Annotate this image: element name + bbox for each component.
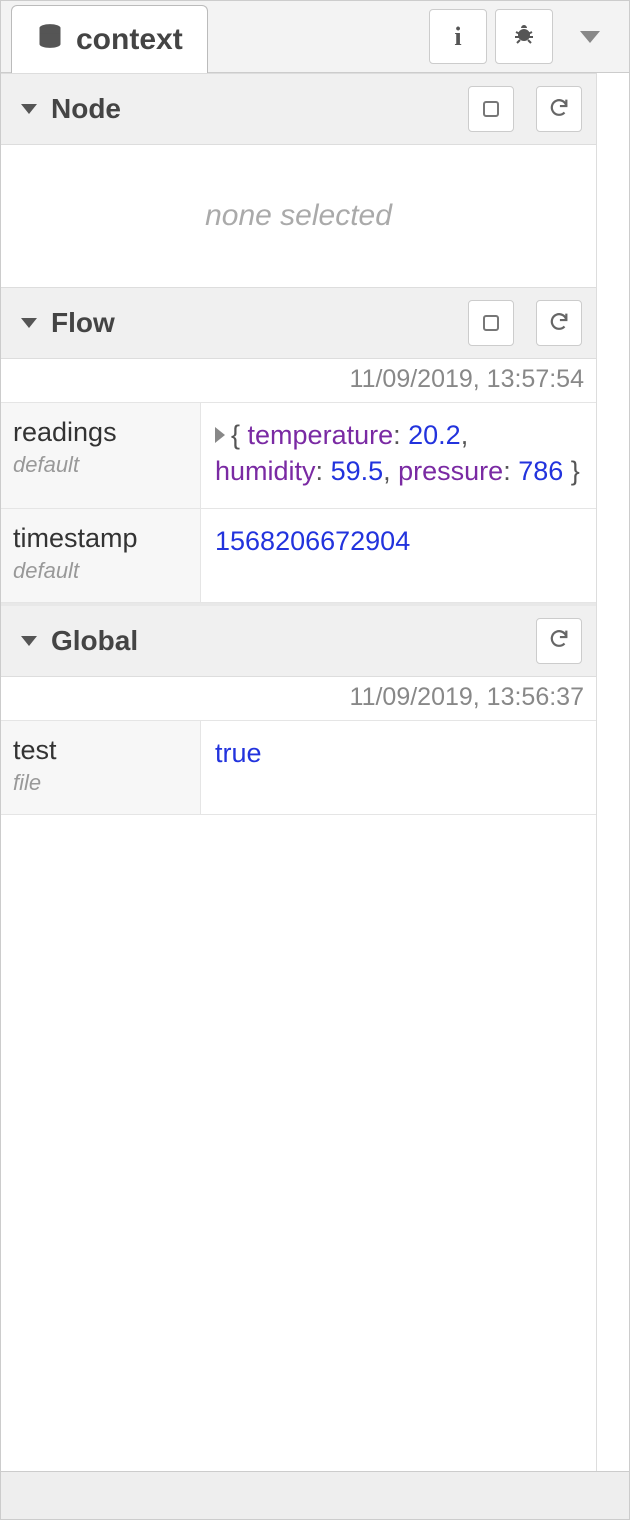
info-button[interactable]: i	[429, 9, 487, 64]
info-icon: i	[454, 22, 461, 52]
flow-row-timestamp: timestamp default 1568206672904	[1, 509, 596, 603]
kv-key: readings default	[1, 403, 201, 508]
obj-val: 786	[518, 456, 563, 486]
flow-refresh-button[interactable]	[536, 300, 582, 346]
obj-key: pressure	[398, 456, 503, 486]
flow-row-readings: readings default { temperature: 20.2, hu…	[1, 403, 596, 509]
number-value: 1568206672904	[215, 526, 410, 556]
section-header-node[interactable]: Node	[1, 73, 596, 145]
kv-value[interactable]: { temperature: 20.2, humidity: 59.5, pre…	[201, 403, 596, 508]
refresh-icon	[548, 310, 570, 337]
section-title-global: Global	[51, 625, 138, 657]
kv-value[interactable]: 1568206672904	[201, 509, 596, 602]
bug-icon	[512, 22, 536, 51]
obj-key: temperature	[248, 420, 394, 450]
refresh-icon	[548, 96, 570, 123]
obj-val: 59.5	[331, 456, 384, 486]
chevron-down-icon	[21, 636, 37, 646]
flow-timestamp: 11/09/2019, 13:57:54	[1, 359, 596, 403]
database-icon	[36, 22, 64, 58]
obj-val: 20.2	[408, 420, 461, 450]
kv-key: timestamp default	[1, 509, 201, 602]
node-refresh-button[interactable]	[536, 86, 582, 132]
tab-context-label: context	[76, 23, 183, 57]
section-title-node: Node	[51, 93, 121, 125]
kv-key-name: test	[13, 735, 188, 766]
square-icon	[483, 315, 499, 331]
section-header-flow[interactable]: Flow	[1, 287, 596, 359]
kv-value[interactable]: true	[201, 721, 596, 814]
kv-key-name: timestamp	[13, 523, 188, 554]
sidebar-tabbar: context i	[1, 1, 629, 73]
refresh-icon	[548, 627, 570, 654]
kv-key-name: readings	[13, 417, 188, 448]
section-title-flow: Flow	[51, 307, 115, 339]
tab-menu-button[interactable]	[561, 9, 619, 64]
global-refresh-button[interactable]	[536, 618, 582, 664]
node-copy-button[interactable]	[468, 86, 514, 132]
expand-icon[interactable]	[215, 427, 225, 443]
caret-down-icon	[580, 31, 600, 43]
bottom-bar	[1, 1471, 629, 1519]
kv-key-store: default	[13, 452, 188, 478]
chevron-down-icon	[21, 104, 37, 114]
debug-button[interactable]	[495, 9, 553, 64]
kv-key: test file	[1, 721, 201, 814]
chevron-down-icon	[21, 318, 37, 328]
section-header-global[interactable]: Global	[1, 603, 596, 677]
kv-key-store: file	[13, 770, 188, 796]
global-row-test: test file true	[1, 721, 596, 815]
flow-copy-button[interactable]	[468, 300, 514, 346]
context-panel: Node none selected Flow	[1, 73, 597, 1471]
kv-key-store: default	[13, 558, 188, 584]
node-empty-message: none selected	[1, 145, 596, 287]
square-icon	[483, 101, 499, 117]
obj-key: humidity	[215, 456, 316, 486]
bool-value: true	[215, 738, 262, 768]
global-timestamp: 11/09/2019, 13:56:37	[1, 677, 596, 721]
tab-context[interactable]: context	[11, 5, 208, 73]
